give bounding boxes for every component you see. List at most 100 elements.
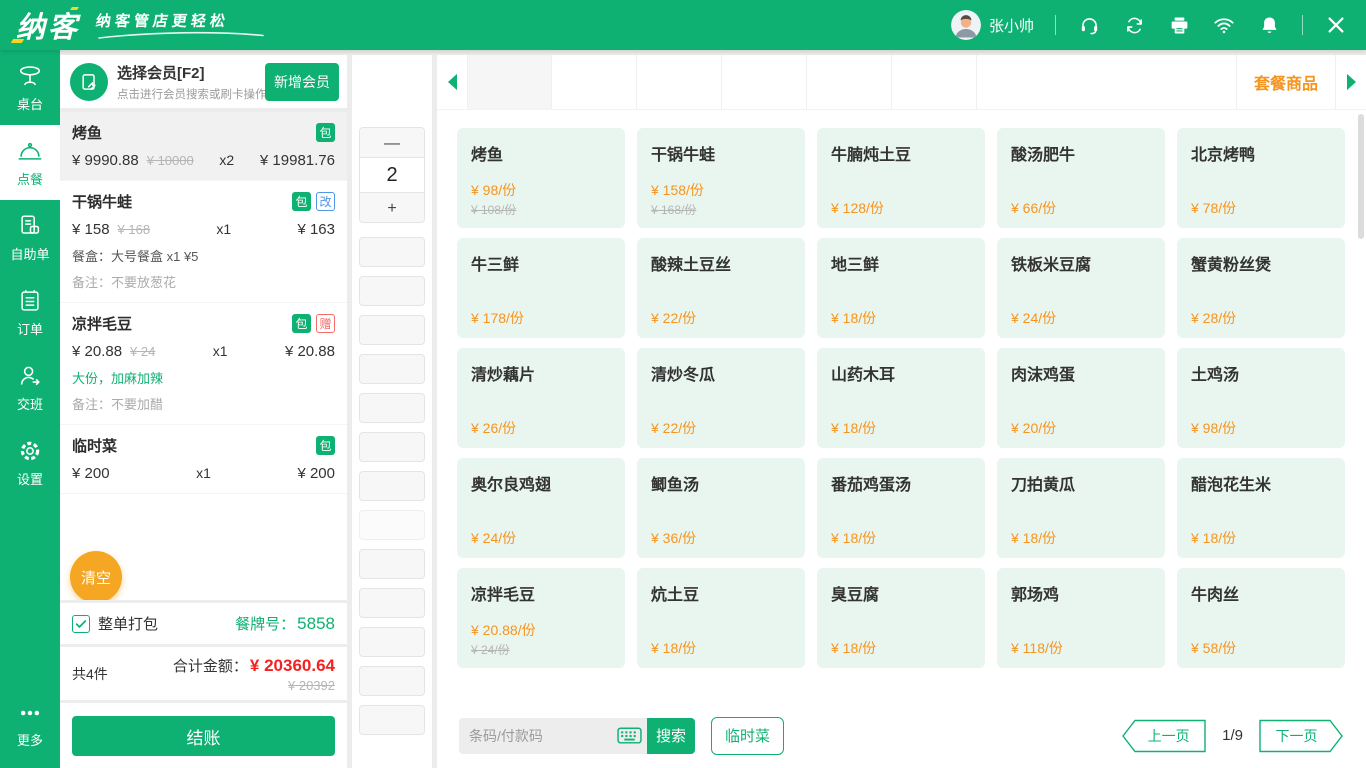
menu-item-6[interactable]: 酸辣土豆丝 ¥ 22/份 (637, 238, 805, 338)
orders-icon (17, 288, 43, 314)
sidebar-item-orders[interactable]: 订单 (0, 275, 60, 350)
menu-item-name: 牛肉丝 (1191, 581, 1331, 605)
action-addon-button[interactable] (359, 276, 425, 306)
support-icon[interactable] (1077, 13, 1101, 37)
menu-item-name: 郭场鸡 (1011, 581, 1151, 605)
menu-item-14[interactable]: 土鸡汤 ¥ 98/份 (1177, 348, 1345, 448)
menu-item-15[interactable]: 奥尔良鸡翅 ¥ 24/份 (457, 458, 625, 558)
menu-item-17[interactable]: 番茄鸡蛋汤 ¥ 18/份 (817, 458, 985, 558)
order-item-list: 烤鱼 包 ¥ 9990.88 ¥ 10000 x2 ¥ 19981.76 干锅牛… (60, 112, 347, 600)
menu-item-21[interactable]: 炕土豆 ¥ 18/份 (637, 568, 805, 668)
action-hold-button[interactable] (359, 666, 425, 696)
add-member-button[interactable]: 新增会员 (265, 63, 339, 101)
tab-hotpot[interactable] (552, 55, 637, 109)
action-gift-button[interactable] (359, 432, 425, 462)
clear-order-button[interactable]: 清空 (70, 551, 122, 600)
menu-item-0[interactable]: 烤鱼 ¥ 98/份 ¥ 108/份 (457, 128, 625, 228)
close-icon[interactable] (1324, 13, 1348, 37)
tab-vegetable[interactable] (722, 55, 807, 109)
action-retrieve-button[interactable] (359, 705, 425, 735)
menu-item-18[interactable]: 刀拍黄瓜 ¥ 18/份 (997, 458, 1165, 558)
action-item-note-button[interactable] (359, 315, 425, 345)
tabs-scroll-left-icon[interactable] (437, 55, 467, 109)
menu-item-price: ¥ 18/份 (831, 308, 971, 328)
action-spec-button[interactable] (359, 237, 425, 267)
action-pack-button[interactable] (359, 354, 425, 384)
action-commission-button[interactable] (359, 549, 425, 579)
menu-item-23[interactable]: 郭场鸡 ¥ 118/份 (997, 568, 1165, 668)
menu-item-22[interactable]: 臭豆腐 ¥ 18/份 (817, 568, 985, 668)
order-item[interactable]: 干锅牛蛙 包改 ¥ 158 ¥ 168 x1 ¥ 163 餐盒：大号餐盒 x1 … (60, 181, 347, 303)
sidebar-item-self-order[interactable]: 自助单 (0, 200, 60, 275)
tab-meat[interactable] (637, 55, 722, 109)
menu-item-3[interactable]: 酸汤肥牛 ¥ 66/份 (997, 128, 1165, 228)
action-delete-button[interactable] (359, 471, 425, 501)
pack-whole-order-label: 整单打包 (98, 613, 158, 634)
item-count: 共4件 (72, 664, 108, 684)
order-item[interactable]: 凉拌毛豆 包赠 ¥ 20.88 ¥ 24 x1 ¥ 20.88 大份，加麻加辣 … (60, 303, 347, 425)
menu-item-name: 臭豆腐 (831, 581, 971, 605)
menu-item-13[interactable]: 肉沫鸡蛋 ¥ 20/份 (997, 348, 1165, 448)
order-item[interactable]: 烤鱼 包 ¥ 9990.88 ¥ 10000 x2 ¥ 19981.76 (60, 112, 347, 181)
menu-item-price: ¥ 28/份 (1191, 308, 1331, 328)
notification-icon[interactable] (1257, 13, 1281, 37)
order-item[interactable]: 临时菜 包 ¥ 200 x1 ¥ 200 (60, 425, 347, 494)
sidebar-item-tables[interactable]: 桌台 (0, 50, 60, 125)
action-swap-discount-button (359, 510, 425, 540)
checkout-button[interactable]: 结账 (72, 716, 335, 756)
app-logo: 纳客 纳客管店更轻松 (0, 4, 266, 46)
printer-icon[interactable] (1167, 13, 1191, 37)
menu-item-19[interactable]: 醋泡花生米 ¥ 18/份 (1177, 458, 1345, 558)
order-item-total: ¥ 19981.76 (260, 152, 335, 169)
keyboard-icon[interactable] (611, 718, 647, 754)
sidebar-item-settings[interactable]: 设置 (0, 425, 60, 500)
barcode-search-input[interactable] (459, 718, 611, 754)
menu-item-8[interactable]: 铁板米豆腐 ¥ 24/份 (997, 238, 1165, 338)
select-member-panel[interactable]: 选择会员[F2] 点击进行会员搜索或刷卡操作 新增会员 (60, 55, 347, 108)
menu-item-12[interactable]: 山药木耳 ¥ 18/份 (817, 348, 985, 448)
action-whole-note-button[interactable] (359, 627, 425, 657)
tab-all[interactable] (467, 55, 552, 109)
action-change-price-button[interactable] (359, 393, 425, 423)
menu-item-9[interactable]: 蟹黄粉丝煲 ¥ 28/份 (1177, 238, 1345, 338)
menu-item-price: ¥ 20/份 (1011, 418, 1151, 438)
menu-item-name: 烤鱼 (471, 141, 611, 165)
menu-item-name: 酸辣土豆丝 (651, 251, 791, 275)
menu-item-5[interactable]: 牛三鲜 ¥ 178/份 (457, 238, 625, 338)
menu-item-11[interactable]: 清炒冬瓜 ¥ 22/份 (637, 348, 805, 448)
tabs-scroll-right-icon[interactable] (1336, 55, 1366, 109)
menu-item-1[interactable]: 干锅牛蛙 ¥ 158/份 ¥ 168/份 (637, 128, 805, 228)
menu-item-20[interactable]: 凉拌毛豆 ¥ 20.88/份 ¥ 24/份 (457, 568, 625, 668)
pack-whole-order-checkbox[interactable] (72, 615, 90, 633)
order-item-price: ¥ 20.88 (72, 343, 122, 360)
user-account[interactable]: 张小帅 (951, 10, 1034, 40)
menu-scrollbar[interactable] (1358, 114, 1364, 239)
total-original-amount: ¥ 20392 (288, 678, 335, 693)
sidebar-item-more[interactable]: 更多 (0, 687, 60, 762)
menu-item-4[interactable]: 北京烤鸭 ¥ 78/份 (1177, 128, 1345, 228)
search-button[interactable]: 搜索 (647, 718, 695, 754)
tab-combo-products[interactable]: 套餐商品 (1236, 55, 1336, 109)
avatar (951, 10, 981, 40)
prev-page-button[interactable]: 上一页 (1121, 719, 1207, 753)
menu-item-16[interactable]: 鲫鱼汤 ¥ 36/份 (637, 458, 805, 558)
tab-soup[interactable] (807, 55, 892, 109)
tab-cold[interactable] (892, 55, 977, 109)
quantity-plus-button[interactable]: + (360, 193, 424, 222)
sync-icon[interactable] (1122, 13, 1146, 37)
menu-item-original-price: ¥ 24/份 (471, 641, 611, 658)
menu-item-price: ¥ 18/份 (651, 638, 791, 658)
wifi-icon[interactable] (1212, 13, 1236, 37)
sidebar-item-ordering[interactable]: 点餐 (0, 125, 60, 200)
menu-item-price: ¥ 36/份 (651, 528, 791, 548)
menu-item-10[interactable]: 清炒藕片 ¥ 26/份 (457, 348, 625, 448)
quantity-minus-button[interactable]: — (360, 128, 424, 157)
menu-item-7[interactable]: 地三鲜 ¥ 18/份 (817, 238, 985, 338)
menu-item-24[interactable]: 牛肉丝 ¥ 58/份 (1177, 568, 1345, 668)
menu-item-2[interactable]: 牛腩炖土豆 ¥ 128/份 (817, 128, 985, 228)
sidebar-item-shift[interactable]: 交班 (0, 350, 60, 425)
next-page-button[interactable]: 下一页 (1258, 719, 1344, 753)
action-split-button[interactable] (359, 588, 425, 618)
order-item-total: ¥ 20.88 (285, 343, 335, 360)
temp-dish-button[interactable]: 临时菜 (711, 717, 784, 755)
